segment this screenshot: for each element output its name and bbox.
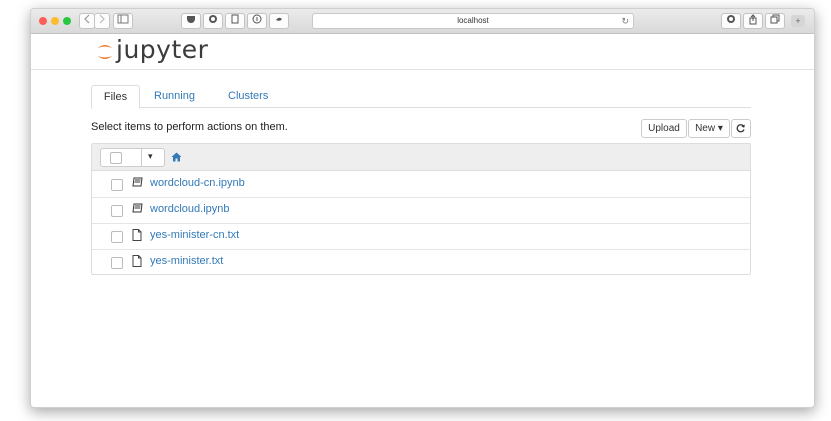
dropdown-divider [141, 149, 142, 166]
file-name-link[interactable]: wordcloud-cn.ipynb [150, 177, 245, 189]
jupyter-logo-icon [98, 45, 112, 59]
reader-button[interactable] [225, 13, 245, 29]
tab-files[interactable]: Files [91, 85, 140, 109]
browser-toolbar: localhost ↻ + [31, 9, 814, 34]
address-text: localhost [457, 16, 489, 25]
new-tab-button[interactable]: + [791, 15, 805, 27]
notebook-icon [132, 177, 143, 187]
chevron-right-icon [99, 14, 105, 24]
file-list-header: ▾ [92, 144, 750, 171]
extension-circle-icon [727, 15, 735, 23]
select-all-checkbox[interactable] [110, 152, 122, 164]
list-item[interactable]: yes-minister-cn.txt [92, 223, 750, 250]
file-name-link[interactable]: wordcloud.ipynb [150, 203, 230, 215]
tab-label: Clusters [228, 90, 269, 102]
upload-label: Upload [648, 123, 680, 134]
file-name-link[interactable]: yes-minister-cn.txt [150, 229, 239, 241]
info-button[interactable] [247, 13, 267, 29]
row-checkbox[interactable] [111, 179, 123, 191]
new-label: New [695, 123, 716, 134]
back-button[interactable] [79, 13, 95, 29]
tab-label: Running [154, 90, 195, 102]
tabs-icon [770, 14, 780, 24]
zoom-window-icon[interactable] [63, 17, 71, 25]
extension-button-2[interactable] [269, 13, 289, 29]
list-item[interactable]: yes-minister.txt [92, 249, 750, 274]
home-icon[interactable] [171, 152, 182, 162]
sidebar-button[interactable] [113, 13, 133, 29]
header-divider [31, 69, 814, 70]
bird-icon [276, 17, 282, 21]
caret-down-icon: ▾ [148, 151, 153, 161]
extension-button-1[interactable] [203, 13, 223, 29]
file-icon [132, 229, 142, 241]
share-icon [749, 14, 757, 25]
tab-running[interactable]: Running [154, 85, 195, 107]
notebook-icon [132, 203, 143, 213]
instructions-text: Select items to perform actions on them. [91, 121, 288, 133]
info-icon [252, 14, 262, 24]
tab-clusters[interactable]: Clusters [228, 85, 268, 107]
tab-label: Files [103, 91, 128, 103]
file-list: ▾ wordcloud-cn.ipynb wordcloud.ipynb yes… [91, 143, 751, 275]
file-icon [132, 255, 142, 267]
file-name-link[interactable]: yes-minister.txt [150, 255, 223, 267]
row-checkbox[interactable] [111, 205, 123, 217]
extension-button-3[interactable] [721, 13, 741, 29]
close-window-icon[interactable] [39, 17, 47, 25]
address-bar[interactable]: localhost ↻ [312, 13, 634, 29]
tabs-overview-button[interactable] [765, 13, 785, 29]
chevron-left-icon [84, 14, 90, 24]
caret-down-icon: ▾ [717, 123, 723, 134]
row-checkbox[interactable] [111, 257, 123, 269]
minimize-window-icon[interactable] [51, 17, 59, 25]
browser-window: localhost ↻ + jupyter Files Running Clus… [30, 8, 815, 408]
upload-button[interactable]: Upload [641, 119, 687, 138]
extension-circle-icon [209, 15, 217, 23]
list-item[interactable]: wordcloud.ipynb [92, 197, 750, 224]
pocket-icon [187, 16, 195, 23]
sidebar-icon [117, 14, 129, 24]
row-checkbox[interactable] [111, 231, 123, 243]
reload-icon[interactable]: ↻ [621, 14, 629, 28]
select-all-dropdown[interactable]: ▾ [100, 148, 165, 167]
refresh-icon [736, 124, 745, 133]
tab-bar: Files Running Clusters [91, 85, 751, 109]
list-item[interactable]: wordcloud-cn.ipynb [92, 171, 750, 198]
share-button[interactable] [743, 13, 763, 29]
refresh-button[interactable] [731, 119, 751, 138]
logo-text: jupyter [116, 35, 209, 64]
new-button[interactable]: New ▾ [688, 119, 730, 138]
page-icon [231, 14, 239, 24]
pocket-button[interactable] [181, 13, 201, 29]
plus-icon: + [795, 16, 801, 26]
forward-button[interactable] [94, 13, 110, 29]
